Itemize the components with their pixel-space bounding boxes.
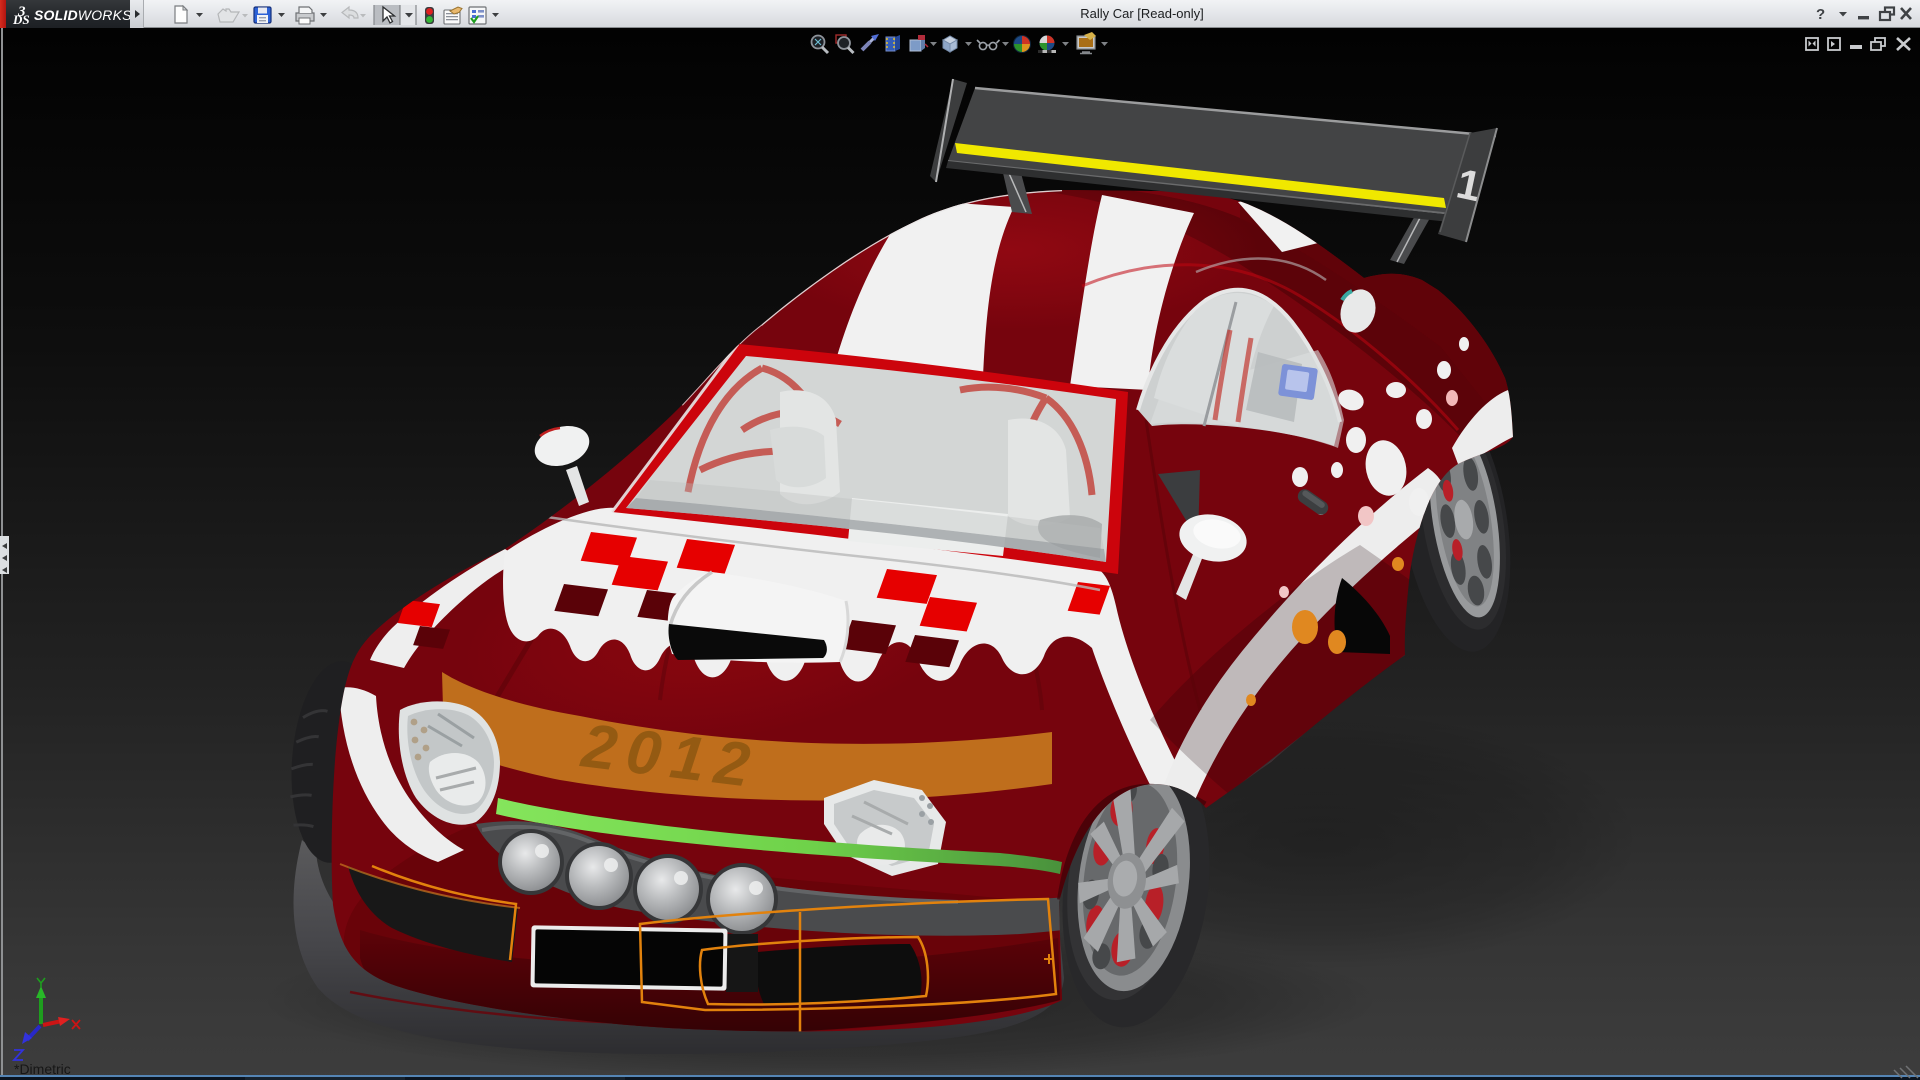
svg-text:DS: DS xyxy=(12,12,30,27)
svg-text:*Dimetric: *Dimetric xyxy=(14,1061,71,1077)
svg-text:?: ? xyxy=(1816,6,1825,23)
